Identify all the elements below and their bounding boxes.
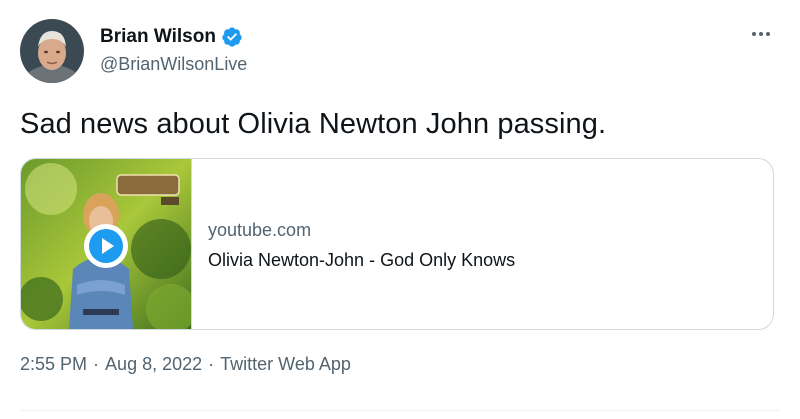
tweet-text: Sad news about Olivia Newton John passin… — [20, 108, 607, 140]
tweet-source[interactable]: Twitter Web App — [220, 354, 351, 375]
display-name[interactable]: Brian Wilson — [100, 26, 216, 48]
avatar[interactable] — [20, 19, 84, 83]
link-card[interactable]: youtube.com Olivia Newton-John - God Onl… — [20, 158, 774, 330]
name-row: Brian Wilson — [100, 24, 247, 50]
meta-separator: · — [208, 354, 215, 374]
author-block: Brian Wilson @BrianWilsonLive — [100, 24, 247, 75]
tweet-date[interactable]: Aug 8, 2022 — [105, 354, 202, 375]
card-info: youtube.com Olivia Newton-John - God Onl… — [208, 220, 515, 271]
verified-badge-icon — [222, 27, 242, 47]
card-title: Olivia Newton-John - God Only Knows — [208, 250, 516, 270]
more-options-icon[interactable] — [748, 24, 774, 44]
tweet: Brian Wilson @BrianWilsonLive Sad news a… — [0, 0, 800, 419]
dot — [766, 32, 770, 36]
dot — [752, 32, 756, 36]
divider — [20, 410, 780, 411]
tweet-meta: 2:55 PM · Aug 8, 2022 · Twitter Web App — [20, 354, 351, 375]
tweet-time[interactable]: 2:55 PM — [20, 354, 87, 375]
meta-separator: · — [93, 354, 100, 374]
handle[interactable]: @BrianWilsonLive — [100, 54, 247, 75]
card-domain: youtube.com — [208, 220, 312, 240]
avatar-image — [20, 19, 84, 83]
card-thumbnail[interactable] — [21, 159, 192, 329]
dot — [759, 32, 763, 36]
play-icon[interactable] — [83, 223, 129, 269]
